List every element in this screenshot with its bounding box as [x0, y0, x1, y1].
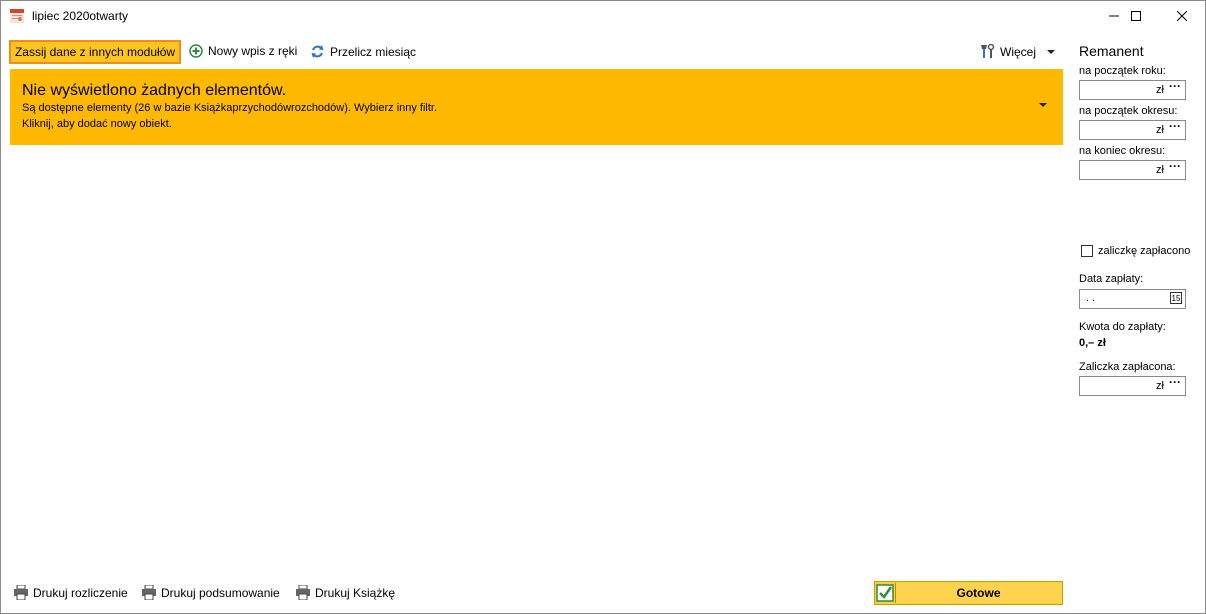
- banner-title: Nie wyświetlono żadnych elementów.: [22, 82, 287, 99]
- printer-icon: [14, 585, 28, 600]
- start-period-label: na początek okresu:: [1079, 105, 1178, 117]
- end-period-currency: zł: [1156, 164, 1164, 176]
- new-entry-button[interactable]: Nowy wpis z ręki: [189, 44, 297, 58]
- title-bar: lipiec 2020otwarty: [1, 1, 1205, 31]
- window-status: otwarty: [89, 9, 129, 23]
- payment-date-value: . .: [1086, 292, 1096, 304]
- printer-icon: [142, 585, 156, 600]
- print-book-button[interactable]: Drukuj Książkę: [295, 585, 395, 600]
- banner-expand-icon[interactable]: [1039, 103, 1047, 107]
- sync-modules-label: Zassij dane z innych modułów: [14, 45, 176, 59]
- amount-due-label: Kwota do zapłaty:: [1079, 321, 1166, 333]
- amount-due-value: 0,– zł: [1079, 337, 1106, 349]
- sync-modules-button[interactable]: Zassij dane z innych modułów: [9, 40, 181, 64]
- end-period-more-button[interactable]: ···: [1169, 159, 1181, 173]
- payment-date-field[interactable]: . . 15: [1079, 289, 1186, 309]
- end-period-field[interactable]: zł ···: [1079, 159, 1186, 180]
- start-year-field[interactable]: zł ···: [1079, 79, 1186, 100]
- calendar-icon[interactable]: 15: [1170, 292, 1182, 304]
- end-period-label: na koniec okresu:: [1079, 145, 1166, 157]
- advance-paid-currency: zł: [1156, 380, 1164, 392]
- start-period-field[interactable]: zł ···: [1079, 119, 1186, 140]
- refresh-icon: [311, 45, 324, 58]
- checkmark-icon: [876, 584, 894, 602]
- advance-paid-checkbox[interactable]: [1081, 245, 1093, 257]
- advance-paid-amount-field[interactable]: zł ···: [1079, 375, 1186, 396]
- empty-state-banner[interactable]: Nie wyświetlono żadnych elementów. Są do…: [10, 69, 1063, 145]
- print-summary-button[interactable]: Drukuj podsumowanie: [141, 585, 280, 600]
- maximize-button[interactable]: [1113, 1, 1159, 31]
- more-menu-label: Więcej: [1000, 44, 1037, 59]
- more-menu-button[interactable]: Więcej: [981, 44, 1057, 59]
- remanent-title: Remanent: [1079, 43, 1144, 59]
- print-settlement-label: Drukuj rozliczenie: [33, 585, 128, 600]
- done-button-label: Gotowe: [956, 586, 1001, 600]
- start-period-more-button[interactable]: ···: [1169, 119, 1181, 133]
- printer-icon: [296, 585, 310, 600]
- banner-filter-message: Są dostępne elementy (26 w bazie Książka…: [22, 102, 438, 114]
- print-book-label: Drukuj Książkę: [315, 585, 396, 600]
- payment-date-label: Data zapłaty:: [1079, 273, 1144, 285]
- chevron-down-icon: [1047, 49, 1056, 54]
- recalc-month-button[interactable]: Przelicz miesiąc: [310, 44, 416, 59]
- start-year-currency: zł: [1156, 84, 1164, 96]
- maximize-icon: [1131, 11, 1141, 21]
- add-circle-icon: [189, 44, 203, 58]
- tools-icon: [981, 44, 995, 58]
- close-button[interactable]: [1159, 1, 1205, 31]
- start-period-currency: zł: [1156, 124, 1164, 136]
- banner-add-link[interactable]: Kliknij, aby dodać nowy obiekt.: [22, 116, 1051, 132]
- recalc-month-label: Przelicz miesiąc: [330, 44, 417, 59]
- close-icon: [1177, 11, 1187, 21]
- window-title-text: lipiec 2020: [32, 9, 90, 23]
- done-button[interactable]: Gotowe: [874, 581, 1063, 605]
- advance-paid-amount-label: Zaliczka zapłacona:: [1079, 361, 1176, 373]
- main-window: lipiec 2020otwarty Zassij dane z innych …: [0, 0, 1206, 614]
- advance-paid-more-button[interactable]: ···: [1169, 375, 1181, 389]
- advance-paid-checkbox-label[interactable]: zaliczkę zapłacono: [1098, 245, 1190, 257]
- start-year-more-button[interactable]: ···: [1169, 79, 1181, 93]
- print-settlement-button[interactable]: Drukuj rozliczenie: [13, 585, 128, 600]
- start-year-label: na początek roku:: [1079, 65, 1166, 77]
- window-title: lipiec 2020otwarty: [32, 9, 128, 23]
- new-entry-label: Nowy wpis z ręki: [208, 44, 298, 58]
- app-icon: [10, 9, 24, 23]
- print-summary-label: Drukuj podsumowanie: [161, 585, 280, 600]
